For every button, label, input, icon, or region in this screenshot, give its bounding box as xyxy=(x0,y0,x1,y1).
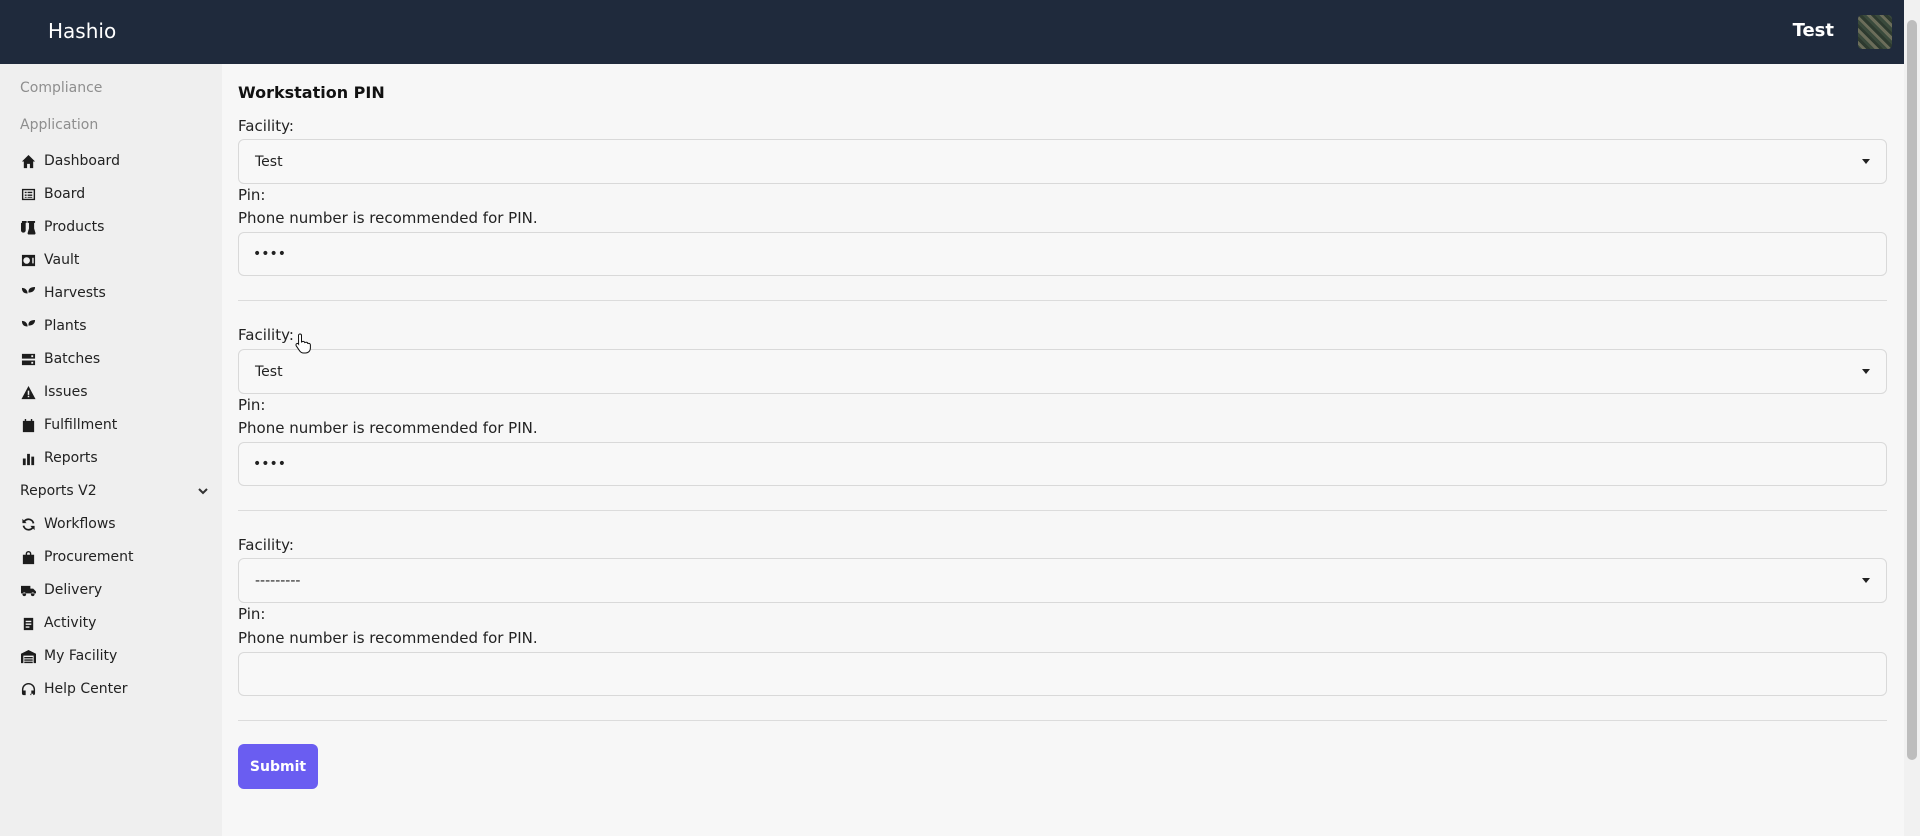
sidebar: Compliance Application Dashboard Board P… xyxy=(0,64,222,836)
layers-icon xyxy=(20,351,36,367)
sidebar-item-label: Vault xyxy=(44,252,80,268)
scrollbar[interactable] xyxy=(1904,0,1920,836)
sidebar-item-plants[interactable]: Plants xyxy=(20,313,210,339)
sidebar-item-label: Dashboard xyxy=(44,153,120,169)
facility-label: Facility: xyxy=(238,117,294,135)
warehouse-icon xyxy=(20,648,36,664)
brand-logo[interactable]: Hashio xyxy=(48,19,116,43)
sidebar-item-procurement[interactable]: Procurement xyxy=(20,544,210,570)
sidebar-item-label: Procurement xyxy=(44,549,134,565)
divider xyxy=(238,300,1887,301)
sidebar-item-products[interactable]: Products xyxy=(20,214,210,240)
caret-down-icon xyxy=(1862,578,1870,583)
user-name[interactable]: Test xyxy=(1793,20,1834,41)
sidebar-item-label: Help Center xyxy=(44,681,128,697)
sidebar-item-label: Batches xyxy=(44,351,101,367)
sidebar-item-label: Reports V2 xyxy=(20,483,97,499)
divider xyxy=(238,720,1887,721)
recycle-icon xyxy=(20,516,36,532)
sidebar-item-fulfillment[interactable]: Fulfillment xyxy=(20,412,210,438)
avatar[interactable] xyxy=(1858,15,1892,49)
facility-select-value: --------- xyxy=(255,572,301,589)
pin-input[interactable]: •••• xyxy=(238,232,1887,276)
submit-button[interactable]: Submit xyxy=(238,744,318,789)
chevron-down-icon[interactable] xyxy=(196,484,210,502)
sidebar-section-compliance[interactable]: Compliance xyxy=(20,80,102,96)
sidebar-item-label: Activity xyxy=(44,615,97,631)
sidebar-item-label: Products xyxy=(44,219,105,235)
sidebar-item-delivery[interactable]: Delivery xyxy=(20,577,210,603)
pin-input[interactable] xyxy=(238,652,1887,696)
sidebar-item-activity[interactable]: Activity xyxy=(20,610,210,636)
sidebar-item-reports-v2[interactable]: Reports V2 xyxy=(20,478,210,504)
caret-down-icon xyxy=(1862,159,1870,164)
sidebar-item-label: Board xyxy=(44,186,86,202)
pin-hint: Phone number is recommended for PIN. xyxy=(238,419,538,437)
sidebar-item-label: Plants xyxy=(44,318,87,334)
sidebar-item-label: Harvests xyxy=(44,285,106,301)
sidebar-item-issues[interactable]: Issues xyxy=(20,379,210,405)
facility-label: Facility: xyxy=(238,536,294,554)
vault-icon xyxy=(20,252,36,268)
facility-select-value: Test xyxy=(255,363,283,380)
sidebar-item-dashboard[interactable]: Dashboard xyxy=(20,148,210,174)
seedling-icon xyxy=(20,318,36,334)
sidebar-item-label: Workflows xyxy=(44,516,116,532)
bar-chart-icon xyxy=(20,450,36,466)
board-icon xyxy=(20,186,36,202)
pin-hint: Phone number is recommended for PIN. xyxy=(238,209,538,227)
sidebar-item-label: Reports xyxy=(44,450,98,466)
flask-icon xyxy=(20,219,36,235)
shopping-bag-icon xyxy=(20,549,36,565)
facility-select[interactable]: Test xyxy=(238,139,1887,184)
pin-label: Pin: xyxy=(238,605,266,623)
sidebar-item-harvests[interactable]: Harvests xyxy=(20,280,210,306)
calendar-icon xyxy=(20,417,36,433)
facility-select[interactable]: Test xyxy=(238,349,1887,394)
sidebar-item-label: Delivery xyxy=(44,582,103,598)
sidebar-item-reports[interactable]: Reports xyxy=(20,445,210,471)
sidebar-item-batches[interactable]: Batches xyxy=(20,346,210,372)
divider xyxy=(238,510,1887,511)
hand-cursor-icon xyxy=(294,332,314,354)
sidebar-item-label: Fulfillment xyxy=(44,417,118,433)
warning-icon xyxy=(20,384,36,400)
top-navbar: Hashio Test xyxy=(0,0,1920,64)
sidebar-item-vault[interactable]: Vault xyxy=(20,247,210,273)
headset-icon xyxy=(20,681,36,697)
sidebar-item-label: My Facility xyxy=(44,648,118,664)
pin-label: Pin: xyxy=(238,186,266,204)
facility-select[interactable]: --------- xyxy=(238,558,1887,603)
scrollbar-thumb[interactable] xyxy=(1907,20,1917,760)
sidebar-item-board[interactable]: Board xyxy=(20,181,210,207)
clipboard-icon xyxy=(20,615,36,631)
pin-label: Pin: xyxy=(238,396,266,414)
pin-input[interactable]: •••• xyxy=(238,442,1887,486)
sidebar-item-label: Issues xyxy=(44,384,88,400)
home-icon xyxy=(20,153,36,169)
sidebar-item-my-facility[interactable]: My Facility xyxy=(20,643,210,669)
facility-label: Facility: xyxy=(238,326,294,344)
sidebar-section-application[interactable]: Application xyxy=(20,117,98,133)
main-content: Workstation PIN Facility: Test Pin: Phon… xyxy=(222,64,1904,836)
page-title: Workstation PIN xyxy=(238,83,385,102)
caret-down-icon xyxy=(1862,369,1870,374)
sidebar-item-workflows[interactable]: Workflows xyxy=(20,511,210,537)
facility-select-value: Test xyxy=(255,153,283,170)
pin-hint: Phone number is recommended for PIN. xyxy=(238,629,538,647)
seedling-icon xyxy=(20,285,36,301)
sidebar-item-help-center[interactable]: Help Center xyxy=(20,676,210,702)
truck-icon xyxy=(20,582,36,598)
